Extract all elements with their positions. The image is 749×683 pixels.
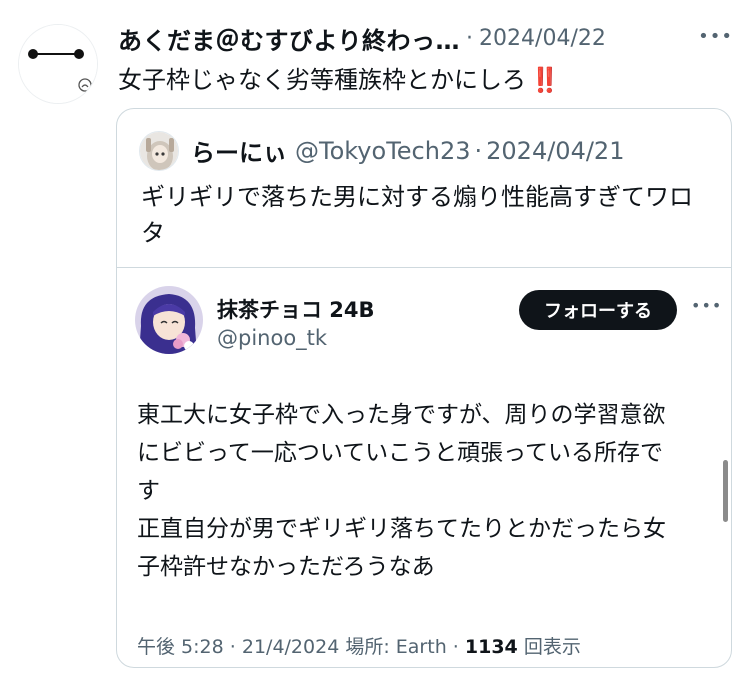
quote-author-name[interactable]: らーにぃ bbox=[191, 133, 287, 168]
anime-avatar-image bbox=[140, 132, 178, 170]
quote-author-avatar[interactable] bbox=[139, 131, 179, 171]
views-label: 回表示 bbox=[523, 636, 581, 658]
double-exclamation-emoji: ‼️ bbox=[530, 66, 560, 94]
embedded-tweet-footer: 午後 5:28 · 21/4/2024 場所: Earth · 1134 回表示 bbox=[137, 632, 581, 659]
more-options-icon[interactable]: ••• bbox=[698, 26, 733, 47]
author-avatar[interactable] bbox=[18, 24, 98, 104]
embedded-author-name[interactable]: 抹茶チョコ 24B bbox=[217, 294, 375, 324]
embedded-author-handle[interactable]: @pinoo_tk bbox=[217, 326, 327, 350]
text-line: す bbox=[137, 478, 160, 504]
text-line: 子枠許せなかっただろうなあ bbox=[137, 554, 435, 580]
author-name[interactable]: あくだま＠むすびより終わっ… bbox=[118, 21, 460, 56]
anime-avatar-image bbox=[135, 286, 203, 354]
view-count: 1134 bbox=[464, 636, 518, 658]
quoted-tweet-card[interactable]: らーにぃ @TokyoTech23 · 2024/04/21 ギリギリで落ちた男… bbox=[116, 108, 732, 668]
tweet-text: 女子枠じゃなく劣等種族枠とかにしろ ‼️ bbox=[118, 60, 560, 95]
separator-dot: · bbox=[466, 25, 474, 51]
text-line: にビビって一応ついていこうと頑張っている所存で bbox=[137, 440, 664, 466]
embedded-author-avatar[interactable] bbox=[135, 286, 203, 354]
text-line: 東工大に女子枠で入った身ですが、周りの学習意欲 bbox=[137, 402, 666, 428]
tweet-date[interactable]: 2024/04/22 bbox=[479, 26, 606, 51]
quote-header: らーにぃ @TokyoTech23 · 2024/04/21 bbox=[191, 133, 624, 168]
tweet-header: あくだま＠むすびより終わっ… · 2024/04/22 bbox=[118, 21, 718, 56]
avatar-image bbox=[19, 25, 97, 103]
text-line: 正直自分が男でギリギリ落ちてたりとかだったら女 bbox=[137, 516, 666, 542]
separator-dot: · bbox=[229, 636, 242, 658]
embedded-tweet-text: 東工大に女子枠で入った身ですが、周りの学習意欲 にビビって一応ついていこうと頑張… bbox=[137, 396, 717, 586]
post-date[interactable]: 21/4/2024 bbox=[242, 636, 339, 658]
separator-dot: · bbox=[474, 136, 483, 165]
scrollbar-thumb[interactable] bbox=[723, 460, 728, 522]
location-label: 場所: bbox=[345, 636, 390, 658]
quote-author-handle[interactable]: @TokyoTech23 bbox=[295, 137, 471, 165]
tweet-body: 女子枠じゃなく劣等種族枠とかにしろ bbox=[118, 66, 526, 94]
follow-button[interactable]: フォローする bbox=[519, 290, 677, 330]
separator-dot: · bbox=[452, 636, 465, 658]
more-options-icon[interactable]: ••• bbox=[691, 296, 722, 315]
quote-date[interactable]: 2024/04/21 bbox=[486, 137, 624, 165]
location-value[interactable]: Earth bbox=[396, 636, 447, 658]
quote-text: ギリギリで落ちた男に対する煽り性能高すぎてワロタ bbox=[141, 183, 693, 247]
embedded-tweet[interactable]: 抹茶チョコ 24B @pinoo_tk フォローする ••• 東工大に女子枠で入… bbox=[117, 267, 731, 667]
post-time[interactable]: 午後 5:28 bbox=[137, 636, 224, 658]
